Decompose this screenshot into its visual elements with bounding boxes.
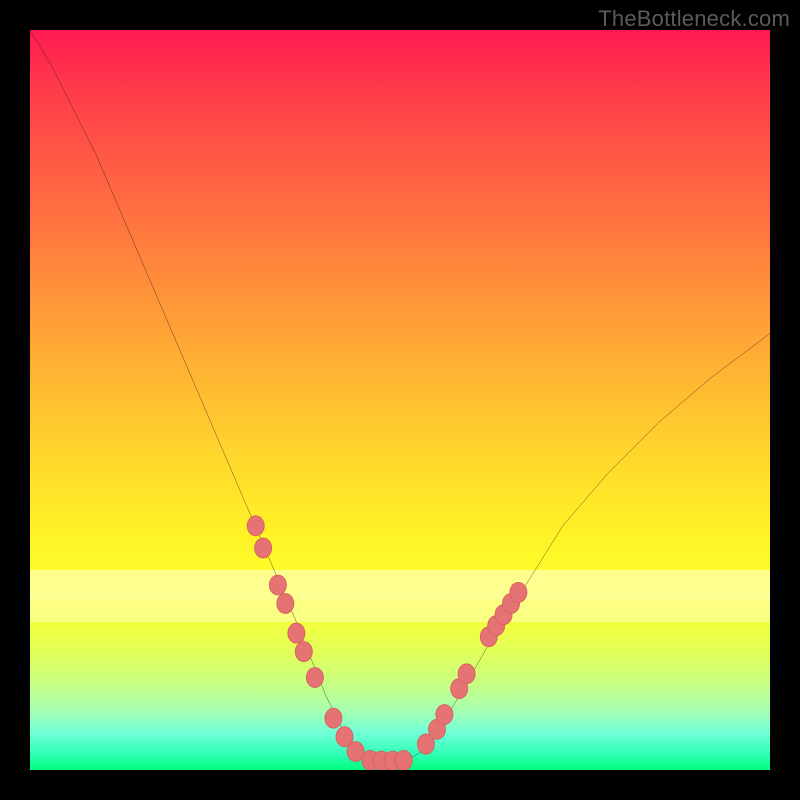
- curve-marker: [306, 668, 323, 688]
- curve-marker: [295, 642, 312, 662]
- curve-marker: [325, 708, 342, 728]
- curve-marker: [458, 664, 475, 684]
- curve-markers: [247, 516, 527, 770]
- curve-marker: [277, 594, 294, 614]
- curve-marker: [269, 575, 286, 595]
- curve-marker: [347, 742, 364, 762]
- watermark-text: TheBottleneck.com: [598, 6, 790, 32]
- chart-plot-area: [30, 30, 770, 770]
- curve-marker: [288, 623, 305, 643]
- curve-marker: [510, 582, 527, 602]
- curve-marker: [395, 750, 412, 770]
- curve-marker: [436, 705, 453, 725]
- curve-marker: [255, 538, 272, 558]
- curve-marker: [247, 516, 264, 536]
- curve-svg: [30, 30, 770, 770]
- bottleneck-curve: [30, 30, 770, 761]
- chart-frame: TheBottleneck.com: [0, 0, 800, 800]
